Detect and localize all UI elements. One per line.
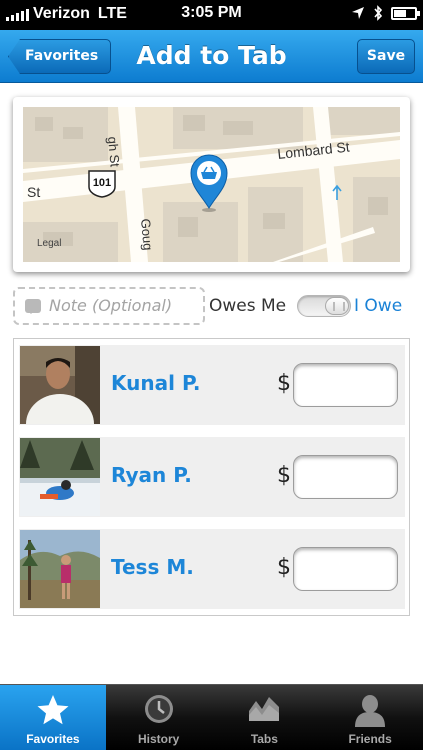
note-icon <box>25 299 41 314</box>
i-owe-label[interactable]: I Owe <box>354 296 402 316</box>
save-button[interactable]: Save <box>357 39 415 74</box>
currency-symbol: $ <box>277 463 291 488</box>
amount-input[interactable] <box>293 547 398 591</box>
owes-me-label[interactable]: Owes Me <box>209 296 286 316</box>
friends-list: Kunal P. $ Ryan P. $ Tess M. $ <box>13 338 410 616</box>
map-card: St Lombard St gh St Goug 101 Legal <box>13 97 410 272</box>
tab-friends[interactable]: Friends <box>317 685 423 750</box>
chart-icon <box>249 697 280 721</box>
tab-history[interactable]: History <box>106 685 212 750</box>
tab-tabs[interactable]: Tabs <box>212 685 318 750</box>
bluetooth-icon <box>374 5 383 21</box>
friend-name: Tess M. <box>111 555 194 579</box>
avatar <box>20 530 100 608</box>
tab-bar: Favorites History Tabs Friends <box>0 684 423 750</box>
street-label-gough: Goug <box>138 218 156 251</box>
avatar <box>20 438 100 516</box>
street-label-st: St <box>27 184 40 200</box>
note-field[interactable]: Note (Optional) <box>13 287 205 325</box>
battery-icon <box>391 6 420 20</box>
navigation-bar: Favorites Add to Tab Save <box>0 30 423 83</box>
tab-label: Favorites <box>26 732 80 746</box>
map-legal-link[interactable]: Legal <box>37 238 61 249</box>
currency-symbol: $ <box>277 371 291 396</box>
star-icon <box>37 695 69 725</box>
clock-icon <box>144 695 173 723</box>
tab-label: Tabs <box>250 732 278 746</box>
tab-favorites[interactable]: Favorites <box>0 685 106 750</box>
friend-row-ryan: Ryan P. $ <box>19 437 405 517</box>
friend-name: Ryan P. <box>111 463 192 487</box>
status-right <box>351 5 420 21</box>
friend-row-tess: Tess M. $ <box>19 529 405 609</box>
amount-input[interactable] <box>293 455 398 499</box>
location-arrow-icon <box>352 7 364 19</box>
person-icon <box>355 695 386 727</box>
currency-symbol: $ <box>277 555 291 580</box>
toggle-knob[interactable] <box>325 297 349 315</box>
street-label-cross: gh St <box>105 136 123 168</box>
location-map[interactable]: St Lombard St gh St Goug 101 Legal <box>23 107 400 262</box>
owes-toggle-switch[interactable] <box>297 295 351 317</box>
amount-input[interactable] <box>293 363 398 407</box>
note-placeholder: Note (Optional) <box>49 296 173 315</box>
friend-name: Kunal P. <box>111 371 201 395</box>
route-number: 101 <box>93 177 111 189</box>
map-graphic: St Lombard St gh St Goug 101 <box>23 107 400 262</box>
status-bar: Verizon LTE 3:05 PM <box>0 0 423 30</box>
friend-row-kunal: Kunal P. $ <box>19 345 405 425</box>
tab-label: History <box>137 732 180 746</box>
avatar <box>20 346 100 424</box>
route-shield-icon: 101 <box>88 170 116 198</box>
tab-label: Friends <box>348 732 392 746</box>
